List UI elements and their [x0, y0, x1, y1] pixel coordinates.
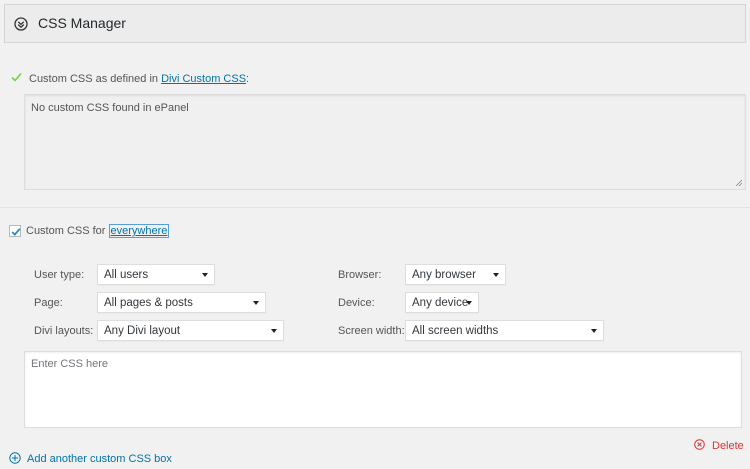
css-manager-header[interactable]: CSS Manager: [4, 4, 746, 43]
delete-label: Delete: [712, 440, 744, 452]
add-custom-css-box-label: Add another custom CSS box: [27, 453, 172, 465]
page-select[interactable]: All pages & posts: [97, 292, 266, 313]
device-select[interactable]: Any device: [405, 292, 479, 313]
page-label: Page:: [34, 297, 63, 309]
divi-custom-css-section: Custom CSS as defined in Divi Custom CSS…: [4, 63, 746, 201]
epanel-css-textarea[interactable]: No custom CSS found in ePanel: [24, 94, 746, 190]
dropdown-arrow-icon: [253, 301, 259, 305]
dropdown-arrow-icon: [493, 273, 499, 277]
screen-width-select[interactable]: All screen widths: [405, 320, 604, 341]
screen-width-value: All screen widths: [412, 325, 499, 337]
divi-custom-css-label: Custom CSS as defined in Divi Custom CSS…: [29, 73, 250, 85]
user-type-label: User type:: [34, 269, 85, 281]
add-icon: [9, 452, 21, 464]
page-title: CSS Manager: [38, 15, 126, 31]
collapse-toggle-icon[interactable]: [14, 17, 28, 31]
css-input-placeholder: Enter CSS here: [31, 358, 109, 370]
browser-select[interactable]: Any browser: [405, 264, 506, 285]
page-value: All pages & posts: [104, 297, 193, 309]
custom-css-everywhere-checkbox[interactable]: [9, 225, 21, 237]
dropdown-arrow-icon: [591, 329, 597, 333]
browser-value: Any browser: [412, 269, 476, 281]
divi-layouts-select[interactable]: Any Divi layout: [97, 320, 284, 341]
user-type-value: All users: [104, 269, 149, 281]
device-value: Any device: [412, 297, 469, 309]
resize-grip-icon[interactable]: [735, 179, 742, 186]
custom-css-for-label: Custom CSS for everywhere: [26, 224, 170, 238]
user-type-select[interactable]: All users: [97, 264, 215, 285]
everywhere-link[interactable]: everywhere: [108, 224, 170, 238]
checkmark-icon: [11, 228, 21, 236]
dropdown-arrow-icon: [466, 301, 472, 305]
dropdown-arrow-icon: [202, 273, 208, 277]
divi-custom-css-link[interactable]: Divi Custom CSS: [161, 73, 246, 85]
check-icon: [11, 72, 22, 82]
css-input-textarea[interactable]: Enter CSS here: [24, 351, 742, 428]
section-divider: [0, 207, 750, 208]
screen-width-label: Screen width:: [338, 325, 405, 337]
device-label: Device:: [338, 297, 375, 309]
divi-layouts-value: Any Divi layout: [104, 325, 181, 337]
epanel-css-value: No custom CSS found in ePanel: [31, 102, 189, 114]
delete-icon: [694, 439, 705, 450]
browser-label: Browser:: [338, 269, 382, 281]
divi-layouts-label: Divi layouts:: [34, 325, 94, 337]
dropdown-arrow-icon: [271, 329, 277, 333]
